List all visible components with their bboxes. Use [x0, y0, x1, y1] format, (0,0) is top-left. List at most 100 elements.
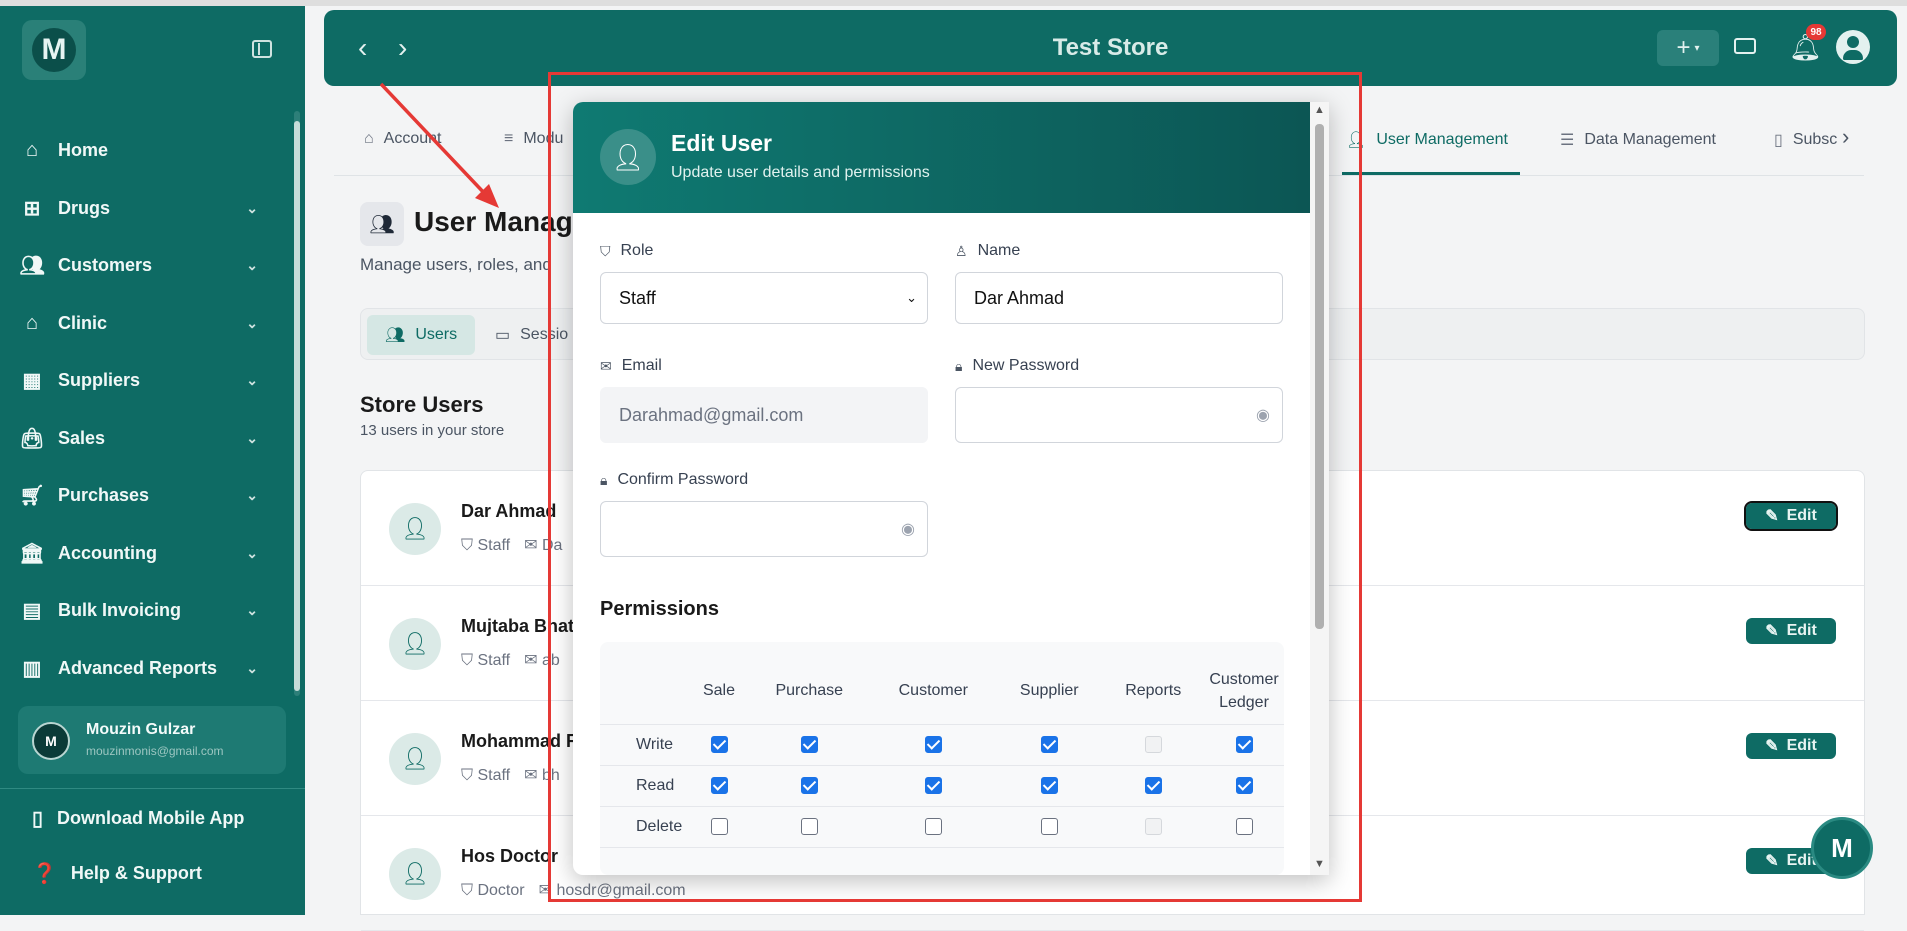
tab-modules[interactable]: ≡ Modu [504, 130, 563, 148]
permission-checkbox-read-reports[interactable] [1144, 776, 1162, 794]
sidebar-item-label: Clinic [58, 312, 108, 333]
permission-row: Write [600, 724, 1284, 766]
permission-cell [996, 765, 1103, 807]
tab-data-management-label: Data Management [1584, 131, 1716, 148]
tab-user-management[interactable]: 👤︎ User Management [1346, 130, 1508, 150]
sidebar-item-bulk-invoicing[interactable]: ▤ Bulk Invoicing ⌄ [0, 582, 290, 640]
sidebar-item-customers[interactable]: 👥︎ Customers ⌄ [0, 237, 290, 295]
permission-cell [748, 724, 871, 766]
keyboard-icon[interactable] [1734, 38, 1756, 54]
assistant-fab-button[interactable]: M [1811, 817, 1873, 879]
edit-user-button[interactable]: ✎ Edit [1746, 618, 1836, 644]
confirm-password-input[interactable]: ◉ [600, 501, 928, 557]
sidebar-item-clinic[interactable]: ⌂ Clinic ⌄ [0, 295, 290, 353]
permission-checkbox-write-customer-ledger[interactable] [1235, 735, 1253, 753]
permission-checkbox-read-customer-ledger[interactable] [1235, 776, 1253, 794]
avatar: M [32, 722, 70, 760]
permission-checkbox-write-purchase[interactable] [800, 735, 818, 753]
permission-checkbox-delete-purchase[interactable] [800, 817, 818, 835]
sidebar-item-purchases[interactable]: 🛒︎ Purchases ⌄ [0, 467, 290, 525]
shield-icon: ⛉ [461, 537, 478, 554]
sidebar-item-label: Customers [58, 255, 153, 276]
permission-checkbox-read-purchase[interactable] [800, 776, 818, 794]
database-icon: ☰ [1560, 132, 1575, 149]
sidebar-item-sales[interactable]: 👜︎ Sales ⌄ [0, 410, 290, 468]
tabs-scroll-right-icon[interactable]: › [1842, 124, 1849, 150]
sidebar-item-home[interactable]: ⌂ Home [0, 122, 290, 180]
permission-cell [870, 765, 997, 807]
edit-user-button[interactable]: ✎ Edit [1744, 501, 1838, 531]
avatar: 👤︎ [389, 618, 441, 670]
sidebar-item-advanced-reports[interactable]: ▥ Advanced Reports ⌄ [0, 640, 290, 698]
sidebar-item-label: Bulk Invoicing [58, 600, 182, 621]
lock-icon: 🔒︎ [600, 471, 608, 488]
permission-checkbox-read-sale[interactable] [710, 776, 728, 794]
sidebar-user-email: mouzinmonis@gmail.com [86, 744, 224, 758]
page-title: User Manag [414, 206, 573, 237]
avatar: 👤︎ [389, 733, 441, 785]
download-mobile-app-link[interactable]: ▯ Download Mobile App [32, 806, 244, 831]
modal-scrollbar-thumb[interactable] [1315, 124, 1324, 629]
permissions-table: Sale Purchase Customer Supplier Reports Custo… [600, 642, 1284, 875]
edit-label: Edit [1786, 507, 1817, 524]
permission-column-header: Reports [1102, 658, 1204, 725]
eye-icon[interactable]: ◉ [901, 519, 915, 539]
subtab-users[interactable]: 👥︎ Users [367, 315, 476, 355]
invoice-icon: ▤ [22, 600, 42, 623]
permission-cell [748, 806, 871, 848]
users-icon: 👥︎ [385, 327, 406, 344]
sidebar-scrollbar[interactable] [294, 111, 300, 696]
user-meta: ⛉ Staff ✉ Da [461, 535, 562, 555]
users-icon: 👥︎ [360, 202, 404, 246]
sidebar-scrollbar-thumb[interactable] [294, 121, 300, 691]
edit-user-modal: 👤︎ Edit User Update user details and per… [573, 102, 1329, 875]
collapse-sidebar-icon[interactable] [252, 40, 272, 58]
name-input[interactable]: Dar Ahmad [955, 272, 1283, 324]
permission-checkbox-delete-customer-ledger[interactable] [1235, 817, 1253, 835]
role-select-value: Staff [619, 287, 656, 308]
permission-checkbox-write-reports [1144, 735, 1162, 753]
role-select[interactable]: Staff ⌄ [600, 272, 928, 324]
permission-checkbox-delete-customer[interactable] [924, 817, 942, 835]
name-label-text: Name [977, 242, 1021, 259]
permission-checkbox-read-supplier[interactable] [1040, 776, 1058, 794]
permission-checkbox-delete-sale[interactable] [710, 817, 728, 835]
tab-data-management[interactable]: ☰ Data Management [1560, 130, 1716, 150]
permission-checkbox-delete-supplier[interactable] [1040, 817, 1058, 835]
sidebar-item-accounting[interactable]: 🏛︎ Accounting ⌄ [0, 525, 290, 583]
scroll-up-icon[interactable]: ▲ [1314, 104, 1325, 116]
sidebar-item-suppliers[interactable]: ▦ Suppliers ⌄ [0, 352, 290, 410]
permission-cell [1102, 765, 1204, 807]
sidebar-user-card[interactable]: M Mouzin Gulzar mouzinmonis@gmail.com [18, 706, 286, 774]
edit-user-button[interactable]: ✎ Edit [1746, 733, 1836, 759]
sidebar-item-label: Drugs [58, 197, 111, 218]
tab-subscription-label: Subsc [1792, 131, 1838, 148]
chevron-down-icon: ⌄ [246, 199, 258, 216]
user-avatar-icon[interactable] [1836, 30, 1870, 64]
permission-cell [1102, 806, 1204, 848]
app-logo[interactable]: M [22, 20, 86, 80]
permission-column-header: Purchase [748, 658, 871, 725]
new-password-input[interactable]: ◉ [955, 387, 1283, 443]
modal-scrollbar[interactable]: ▲ ▼ [1310, 102, 1329, 875]
scroll-down-icon[interactable]: ▼ [1314, 858, 1325, 870]
permission-checkbox-read-customer[interactable] [924, 776, 942, 794]
permission-checkbox-write-supplier[interactable] [1040, 735, 1058, 753]
user-role: Staff [477, 652, 511, 669]
sidebar-divider [0, 788, 305, 789]
help-support-link[interactable]: ❓ Help & Support [32, 861, 202, 886]
sidebar-item-label: Suppliers [58, 370, 141, 391]
name-input-value: Dar Ahmad [974, 287, 1065, 308]
permission-checkbox-write-customer[interactable] [924, 735, 942, 753]
eye-icon[interactable]: ◉ [1256, 405, 1270, 425]
store-users-title: Store Users [360, 392, 484, 417]
subtab-sessions[interactable]: ▭ Sessio [477, 315, 586, 355]
sidebar-item-drugs[interactable]: ⊞ Drugs ⌄ [0, 180, 290, 238]
add-new-button[interactable]: + ▾ [1657, 30, 1719, 66]
tab-subscription[interactable]: ▯ Subsc [1774, 130, 1837, 150]
tab-account[interactable]: ⌂ Account [364, 130, 441, 148]
permission-checkbox-write-sale[interactable] [710, 735, 728, 753]
user-email: hosdr@gmail.com [556, 882, 686, 899]
monitor-icon: ▭ [495, 327, 511, 344]
role-label: ⛉ Role [600, 242, 653, 260]
